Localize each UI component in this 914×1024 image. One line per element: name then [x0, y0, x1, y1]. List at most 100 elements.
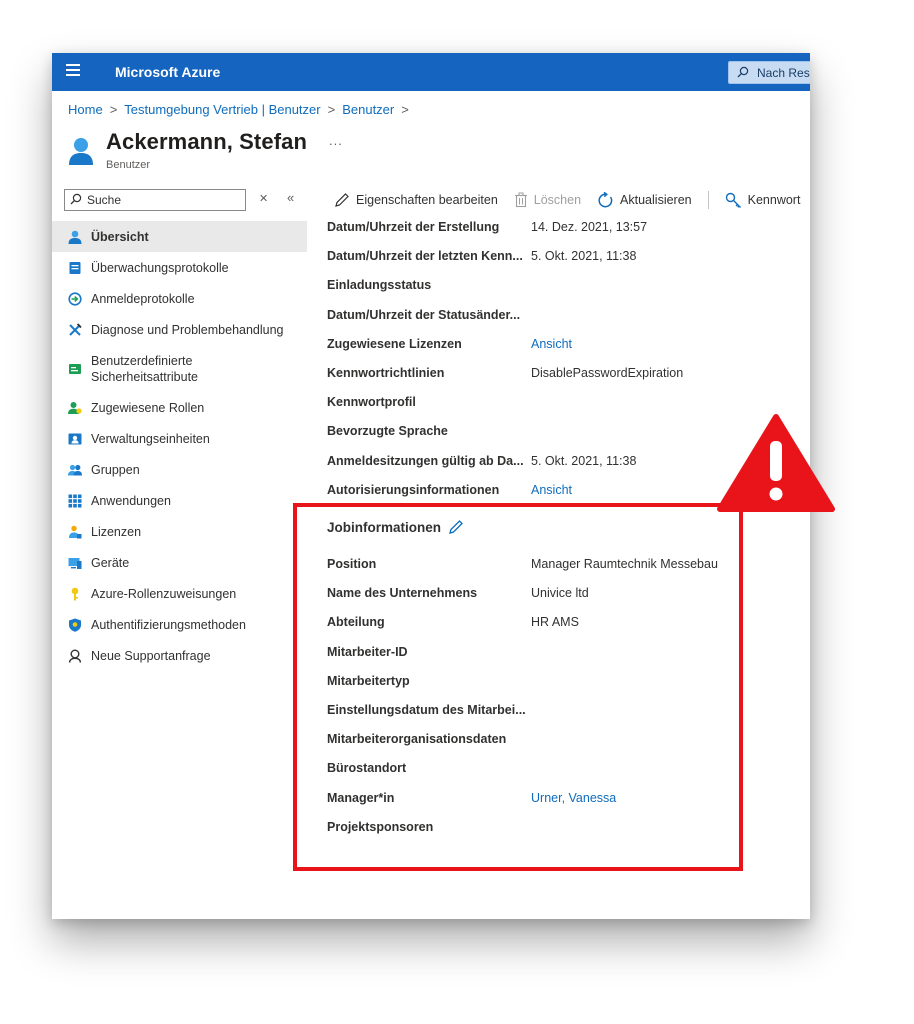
- page-subtitle: Benutzer: [106, 159, 151, 171]
- highlight-annotation-box: [293, 503, 743, 871]
- sidebar-item-overview[interactable]: Übersicht: [52, 221, 307, 252]
- sidebar-item-label-line1: Benutzerdefinierte: [91, 353, 193, 368]
- sidebar-item-groups[interactable]: Gruppen: [52, 454, 307, 485]
- breadcrumb-separator-icon: >: [109, 102, 118, 117]
- licenses-icon: [68, 525, 82, 539]
- sidebar-item-auth-methods[interactable]: Authentifizierungsmethoden: [52, 609, 307, 640]
- property-label: Datum/Uhrzeit der Erstellung: [327, 220, 500, 234]
- property-row: Datum/Uhrzeit der letzten Kenn... 5. Okt…: [327, 241, 807, 270]
- property-label: Kennwortrichtlinien: [327, 365, 445, 380]
- breadcrumb: Home > Testumgebung Vertrieb | Benutzer > Be…: [68, 102, 416, 117]
- property-value: 5. Okt. 2021, 11:38: [531, 249, 637, 264]
- sidebar-item-azure-role-assignments[interactable]: Azure-Rollenzuweisungen: [52, 578, 307, 609]
- trash-icon: [514, 192, 528, 208]
- global-search-input[interactable]: Nach Res: [728, 61, 810, 84]
- collapse-sidebar-button[interactable]: «: [287, 190, 294, 205]
- sidebar-item-audit-logs[interactable]: Überwachungsprotokolle: [52, 252, 307, 283]
- user-icon: [68, 230, 82, 244]
- sidebar-item-label: Verwaltungseinheiten: [91, 431, 210, 446]
- sidebar-item-diagnose[interactable]: Diagnose und Problembehandlung: [52, 314, 307, 345]
- reset-password-button[interactable]: Kennwort: [725, 192, 801, 209]
- property-row: Datum/Uhrzeit der Erstellung 14. Dez. 20…: [327, 212, 807, 241]
- edit-properties-label: Eigenschaften bearbeiten: [356, 193, 498, 207]
- refresh-icon: [597, 191, 614, 209]
- pencil-icon: [334, 192, 350, 208]
- delete-label: Löschen: [533, 193, 582, 207]
- more-options-button[interactable]: ...: [329, 133, 343, 148]
- property-value: 5. Okt. 2021, 11:38: [531, 453, 637, 468]
- warning-triangle-icon: [716, 411, 836, 515]
- reset-password-label: Kennwort: [747, 193, 801, 207]
- roles-icon: [68, 401, 82, 415]
- sidebar-item-label: Benutzerdefinierte Sicherheitsattribute: [91, 353, 198, 385]
- global-search-text: Nach Res: [757, 66, 810, 80]
- sidebar-item-admin-units[interactable]: Verwaltungseinheiten: [52, 423, 307, 454]
- key-icon: [68, 587, 82, 601]
- property-row: Datum/Uhrzeit der Statusänder...: [327, 300, 807, 329]
- user-avatar-icon: [68, 137, 94, 165]
- shield-icon: [68, 618, 82, 632]
- sidebar-item-label: Authentifizierungsmethoden: [91, 617, 246, 632]
- clear-search-button[interactable]: ✕: [259, 192, 268, 205]
- support-icon: [68, 649, 82, 663]
- property-label: Datum/Uhrzeit der letzten Kenn...: [327, 249, 523, 264]
- sidebar-item-label: Übersicht: [91, 229, 149, 244]
- breadcrumb-tenant-users[interactable]: Testumgebung Vertrieb | Benutzer: [124, 102, 320, 117]
- breadcrumb-home[interactable]: Home: [68, 102, 103, 117]
- sidebar-item-applications[interactable]: Anwendungen: [52, 485, 307, 516]
- wrench-icon: [68, 322, 82, 337]
- sidebar-item-label: Lizenzen: [91, 524, 142, 539]
- sidebar-item-label: Zugewiesene Rollen: [91, 400, 205, 415]
- sidebar-item-label: Geräte: [91, 555, 130, 570]
- property-label: Autorisierungsinformationen: [327, 482, 500, 497]
- security-attributes-icon: [68, 362, 82, 376]
- assigned-licenses-link[interactable]: Ansicht: [531, 337, 572, 351]
- edit-properties-button[interactable]: Eigenschaften bearbeiten: [334, 192, 498, 208]
- property-label: Datum/Uhrzeit der Statusänder...: [327, 307, 521, 322]
- sign-in-icon: [68, 291, 82, 306]
- sidebar-item-devices[interactable]: Geräte: [52, 547, 307, 578]
- property-label: Zugewiesene Lizenzen: [327, 336, 462, 351]
- refresh-label: Aktualisieren: [620, 193, 692, 207]
- breadcrumb-separator-icon: >: [401, 102, 409, 117]
- authorization-info-link[interactable]: Ansicht: [531, 483, 572, 497]
- search-icon: [737, 66, 749, 81]
- sidebar-nav: Übersicht Überwachungsprotokolle Anmelde…: [52, 221, 307, 671]
- property-label: Bevorzugte Sprache: [327, 424, 448, 439]
- audit-log-icon: [68, 261, 82, 275]
- property-value: DisablePasswordExpiration: [531, 365, 684, 380]
- groups-icon: [68, 463, 82, 477]
- sidebar-item-sign-in-logs[interactable]: Anmeldeprotokolle: [52, 283, 307, 314]
- sidebar-item-licenses[interactable]: Lizenzen: [52, 516, 307, 547]
- sidebar-item-label: Diagnose und Problembehandlung: [91, 322, 284, 337]
- page-title: Ackermann, Stefan: [106, 129, 307, 154]
- sidebar-item-new-support-request[interactable]: Neue Supportanfrage: [52, 640, 307, 671]
- search-icon: [70, 193, 82, 208]
- delete-button[interactable]: Löschen: [514, 192, 581, 208]
- toolbar-divider: [707, 191, 709, 209]
- property-label: Anmeldesitzungen gültig ab Da...: [327, 453, 524, 468]
- sidebar-item-label: Anwendungen: [91, 493, 171, 508]
- breadcrumb-separator-icon: >: [327, 102, 336, 117]
- sidebar-item-label: Neue Supportanfrage: [91, 648, 211, 663]
- property-row: Kennwortrichtlinien DisablePasswordExpir…: [327, 358, 807, 387]
- sidebar-item-label: Gruppen: [91, 462, 140, 477]
- sidebar-item-label: Anmeldeprotokolle: [91, 291, 195, 306]
- property-row: Einladungsstatus: [327, 270, 807, 299]
- refresh-button[interactable]: Aktualisieren: [597, 191, 692, 209]
- property-label: Kennwortprofil: [327, 395, 416, 410]
- brand-title[interactable]: Microsoft Azure: [115, 64, 220, 80]
- devices-icon: [68, 556, 82, 570]
- property-row: Zugewiesene Lizenzen Ansicht: [327, 329, 807, 358]
- sidebar-item-label: Überwachungsprotokolle: [91, 260, 229, 275]
- sidebar-search-placeholder: Suche: [87, 193, 122, 207]
- hamburger-menu-icon[interactable]: [66, 64, 80, 78]
- breadcrumb-users[interactable]: Benutzer: [342, 102, 394, 117]
- sidebar-item-assigned-roles[interactable]: Zugewiesene Rollen: [52, 392, 307, 423]
- sidebar-search-input[interactable]: Suche: [64, 189, 246, 211]
- sidebar-item-label-line2: Sicherheitsattribute: [91, 369, 199, 384]
- sidebar-item-security-attributes[interactable]: Benutzerdefinierte Sicherheitsattribute: [52, 345, 307, 392]
- property-label: Einladungsstatus: [327, 278, 432, 293]
- admin-units-icon: [68, 432, 82, 446]
- top-bar: Microsoft Azure Nach Res: [52, 53, 810, 91]
